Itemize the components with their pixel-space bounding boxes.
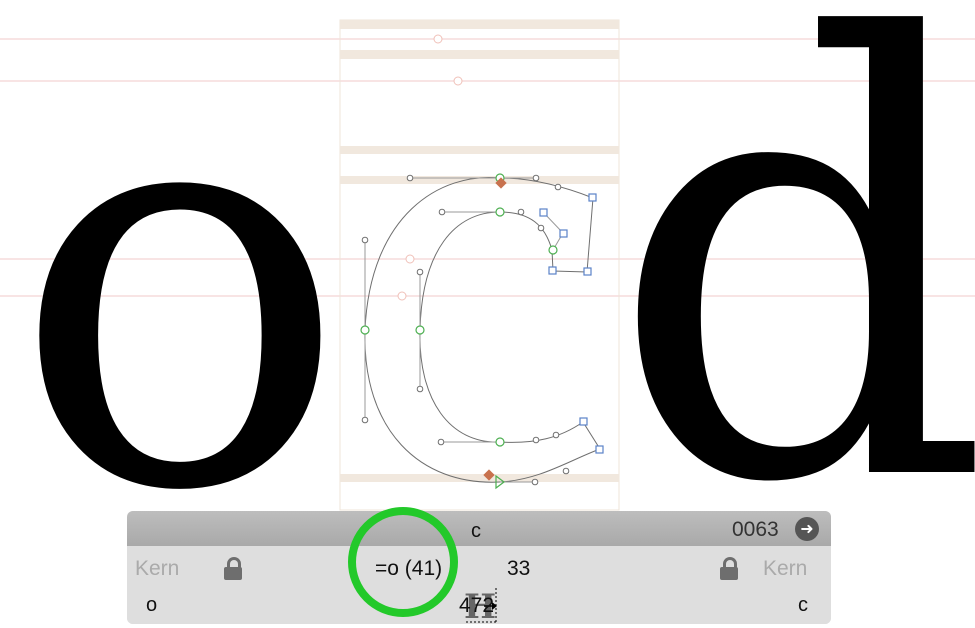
panel-header: c 0063 ➜	[127, 511, 831, 546]
on-curve-points[interactable]	[360, 173, 558, 447]
glyph-name-label[interactable]: c	[471, 520, 481, 543]
glyph-info-panel: c 0063 ➜ Kern =o (41) H 33 Kern o 472 c	[127, 511, 831, 624]
width-field[interactable]: 472	[459, 594, 494, 618]
right-kern-label: Kern	[763, 557, 808, 580]
corner-points[interactable]	[539, 193, 604, 454]
unicode-value[interactable]: 0063	[732, 518, 779, 542]
arrow-right-circle-icon: ➜	[800, 519, 814, 538]
off-curve-points[interactable]	[361, 174, 570, 486]
left-kern-label: Kern	[135, 557, 180, 580]
right-lock-icon[interactable]	[719, 557, 739, 581]
next-glyph-button[interactable]: ➜	[795, 517, 819, 541]
left-group-field[interactable]: o	[146, 594, 157, 617]
panel-body: Kern =o (41) H 33 Kern o 472 c	[127, 546, 831, 624]
current-glyph-outline[interactable]	[360, 173, 604, 490]
left-sidebearing-field[interactable]: =o (41)	[375, 557, 442, 581]
left-lock-icon[interactable]	[223, 557, 243, 581]
right-group-field[interactable]: c	[798, 594, 808, 617]
glyph-frame	[339, 19, 620, 511]
right-sidebearing-field[interactable]: 33	[507, 557, 530, 581]
